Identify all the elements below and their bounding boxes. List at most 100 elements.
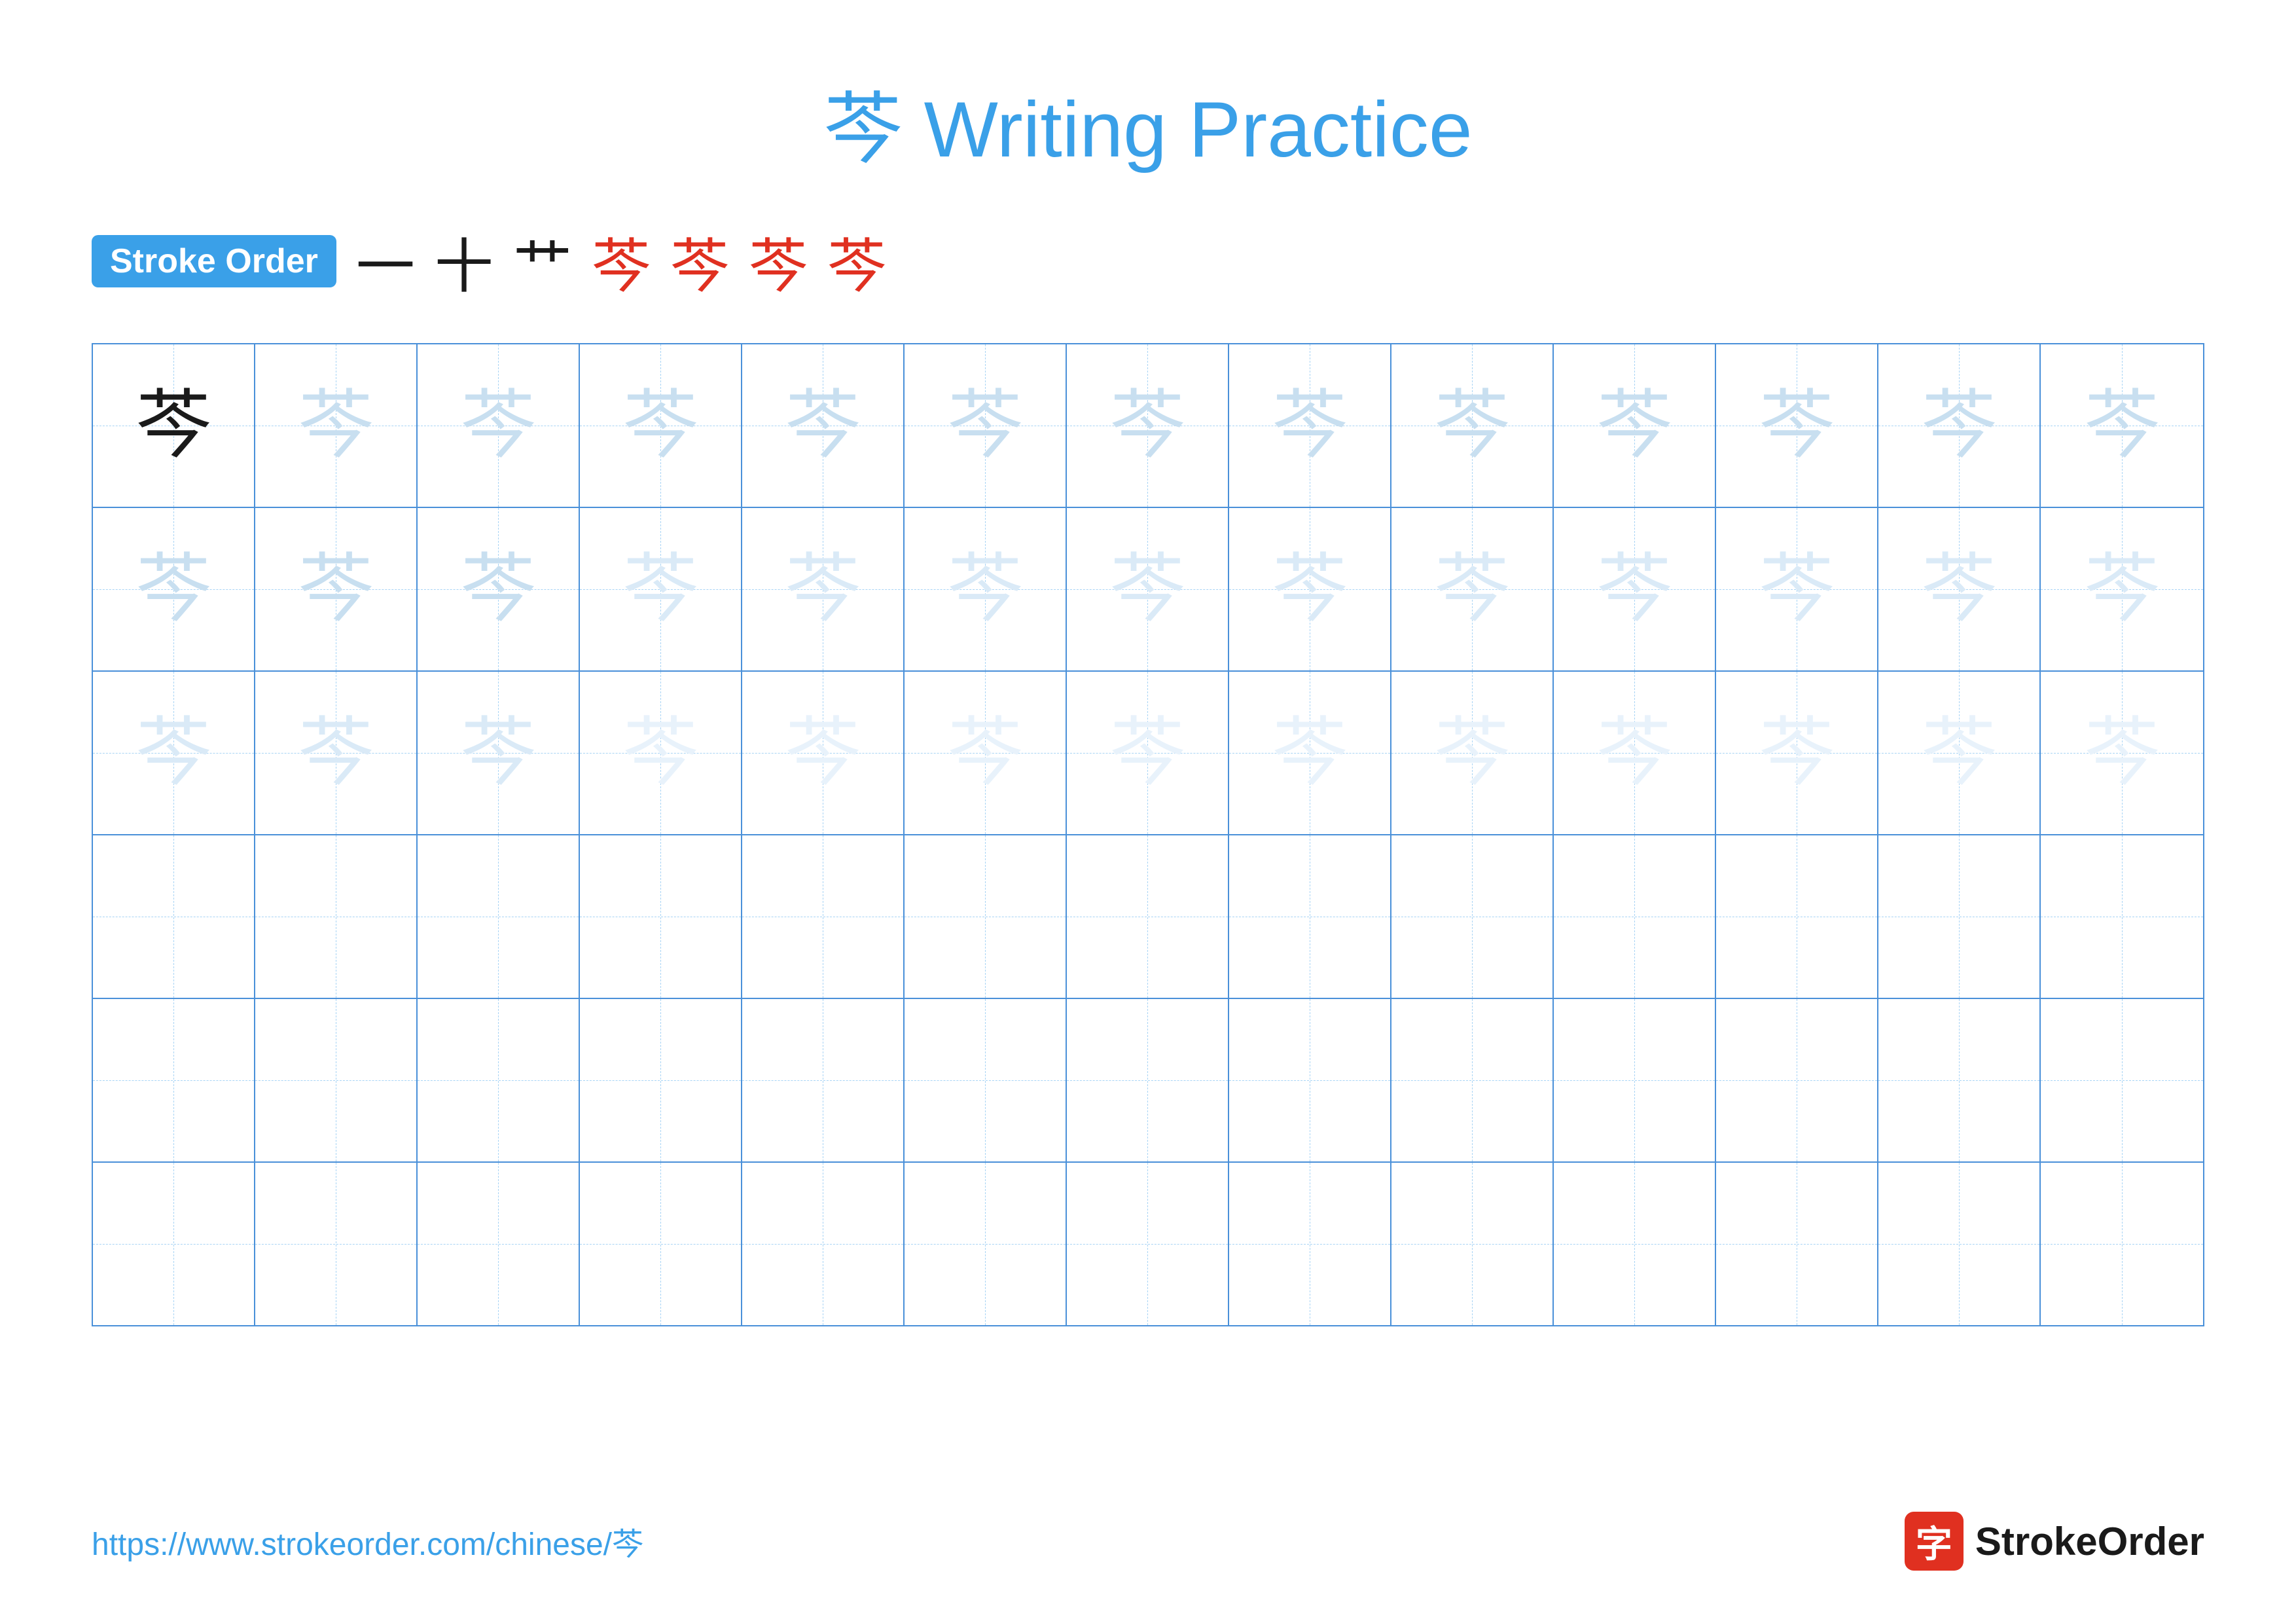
cell-character: 芩 [298,552,373,627]
grid-cell[interactable]: 芩 [1716,672,1878,834]
footer-url[interactable]: https://www.strokeorder.com/chinese/芩 [92,1518,643,1564]
grid-cell[interactable]: 芩 [93,672,255,834]
stroke-4: 芩 [592,219,651,304]
cell-character: 芩 [622,388,698,464]
grid-cell[interactable] [418,835,580,998]
cell-character: 芩 [1272,388,1347,464]
cell-character: 芩 [785,388,860,464]
grid-cell[interactable] [1391,835,1554,998]
grid-cell[interactable] [93,1163,255,1325]
grid-cell[interactable] [580,999,742,1161]
grid-cell[interactable] [255,999,418,1161]
grid-cell[interactable]: 芩 [1067,672,1229,834]
grid-cell[interactable] [418,1163,580,1325]
grid-cell[interactable]: 芩 [93,344,255,507]
grid-cell[interactable]: 芩 [418,344,580,507]
grid-cell[interactable]: 芩 [1878,344,2041,507]
grid-cell[interactable]: 芩 [1716,508,1878,670]
grid-cell[interactable] [1229,999,1391,1161]
grid-cell[interactable] [93,835,255,998]
grid-cell[interactable]: 芩 [742,344,905,507]
stroke-3: 艹 [513,219,572,304]
grid-cell[interactable] [2041,1163,2203,1325]
grid-cell[interactable]: 芩 [742,508,905,670]
grid-row: 芩芩芩芩芩芩芩芩芩芩芩芩芩 [93,672,2203,835]
cell-character: 芩 [1272,552,1347,627]
grid-cell[interactable]: 芩 [580,508,742,670]
grid-row [93,999,2203,1163]
grid-cell[interactable]: 芩 [905,672,1067,834]
cell-character: 芩 [135,388,211,464]
grid-cell[interactable] [1067,835,1229,998]
grid-cell[interactable] [1067,1163,1229,1325]
grid-cell[interactable]: 芩 [580,344,742,507]
grid-cell[interactable]: 芩 [1554,344,1716,507]
grid-cell[interactable]: 芩 [1391,508,1554,670]
grid-cell[interactable] [1554,999,1716,1161]
grid-cell[interactable] [1229,1163,1391,1325]
grid-cell[interactable] [1716,835,1878,998]
grid-cell[interactable] [255,1163,418,1325]
grid-row [93,1163,2203,1325]
grid-cell[interactable]: 芩 [1067,508,1229,670]
grid-cell[interactable]: 芩 [2041,344,2203,507]
grid-cell[interactable] [2041,999,2203,1161]
grid-cell[interactable] [418,999,580,1161]
grid-cell[interactable]: 芩 [255,508,418,670]
grid-cell[interactable]: 芩 [93,508,255,670]
grid-cell[interactable]: 芩 [580,672,742,834]
grid-cell[interactable] [93,999,255,1161]
grid-cell[interactable]: 芩 [2041,672,2203,834]
grid-cell[interactable] [742,835,905,998]
cell-character: 芩 [947,716,1022,791]
grid-cell[interactable] [1391,1163,1554,1325]
grid-cell[interactable]: 芩 [255,672,418,834]
cell-character: 芩 [622,552,698,627]
grid-cell[interactable]: 芩 [1716,344,1878,507]
footer-brand: 字 StrokeOrder [1905,1512,2204,1571]
cell-character: 芩 [947,552,1022,627]
grid-cell[interactable] [1716,1163,1878,1325]
grid-cell[interactable]: 芩 [1229,672,1391,834]
grid-cell[interactable]: 芩 [418,672,580,834]
grid-cell[interactable] [1716,999,1878,1161]
grid-cell[interactable]: 芩 [742,672,905,834]
grid-cell[interactable]: 芩 [1554,672,1716,834]
cell-character: 芩 [1434,716,1509,791]
cell-character: 芩 [1921,388,1996,464]
grid-cell[interactable]: 芩 [1878,508,2041,670]
grid-cell[interactable]: 芩 [905,344,1067,507]
grid-cell[interactable] [580,835,742,998]
grid-cell[interactable] [2041,835,2203,998]
grid-cell[interactable]: 芩 [418,508,580,670]
grid-cell[interactable] [1229,835,1391,998]
grid-cell[interactable]: 芩 [1391,344,1554,507]
grid-cell[interactable]: 芩 [1878,672,2041,834]
grid-cell[interactable]: 芩 [2041,508,2203,670]
grid-cell[interactable] [1391,999,1554,1161]
grid-cell[interactable] [1067,999,1229,1161]
cell-character: 芩 [2084,716,2159,791]
grid-cell[interactable] [742,1163,905,1325]
grid-cell[interactable] [905,1163,1067,1325]
grid-cell[interactable] [905,999,1067,1161]
grid-cell[interactable]: 芩 [1229,508,1391,670]
grid-cell[interactable] [1554,1163,1716,1325]
grid-cell[interactable] [255,835,418,998]
grid-cell[interactable]: 芩 [1067,344,1229,507]
grid-cell[interactable] [1554,835,1716,998]
grid-cell[interactable] [580,1163,742,1325]
cell-character: 芩 [947,388,1022,464]
grid-cell[interactable]: 芩 [905,508,1067,670]
grid-cell[interactable]: 芩 [255,344,418,507]
cell-character: 芩 [1109,552,1185,627]
grid-cell[interactable] [1878,999,2041,1161]
grid-cell[interactable] [742,999,905,1161]
grid-cell[interactable]: 芩 [1229,344,1391,507]
grid-cell[interactable]: 芩 [1554,508,1716,670]
grid-cell[interactable] [905,835,1067,998]
grid-cell[interactable] [1878,1163,2041,1325]
brand-icon: 字 [1905,1512,1964,1571]
grid-cell[interactable] [1878,835,2041,998]
grid-cell[interactable]: 芩 [1391,672,1554,834]
